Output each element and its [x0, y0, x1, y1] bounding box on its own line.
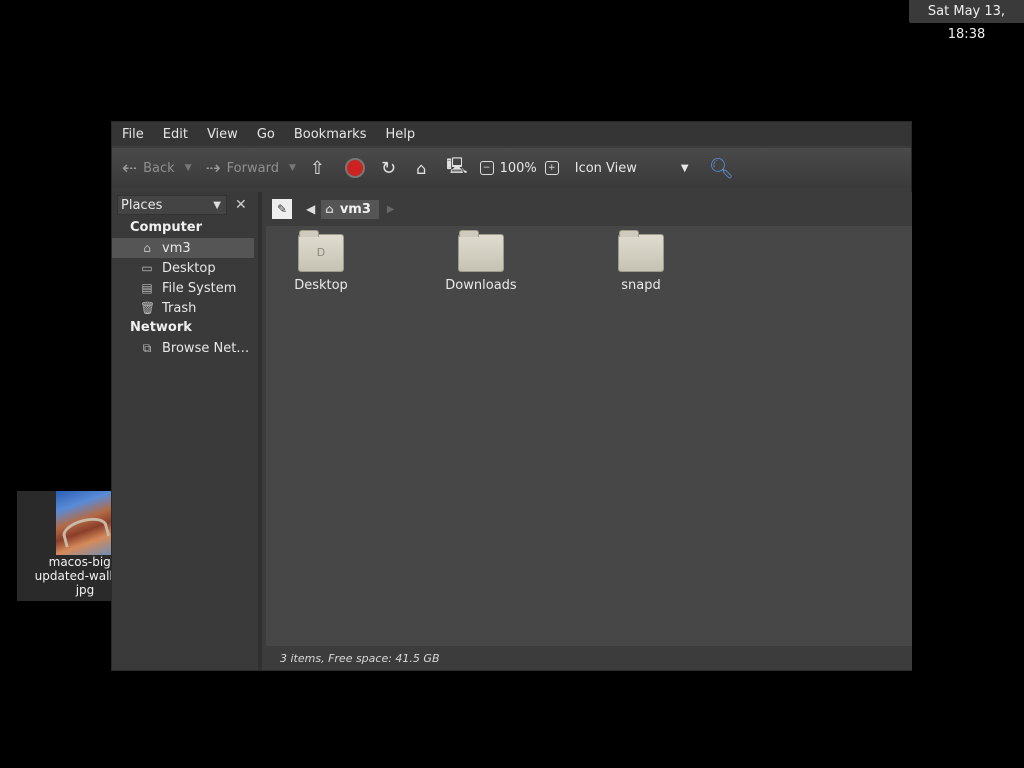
trash-icon: 🗑︎ [140, 301, 156, 315]
breadcrumb-left-arrow-icon[interactable]: ◀ [306, 202, 315, 216]
sidebar-section-computer: Computer [130, 220, 203, 235]
view-mode-select[interactable]: Icon View ▼ [575, 161, 689, 176]
file-item-snapd[interactable]: snapd [591, 226, 691, 293]
home-folder-icon: ⌂ [325, 202, 334, 216]
search-icon[interactable]: 🔍︎ [709, 156, 734, 180]
sidebar-item-label: File System [162, 280, 237, 296]
sidebar-item-label: Desktop [162, 260, 216, 276]
drive-icon: ▤ [141, 281, 153, 295]
file-item-label: Desktop [294, 278, 348, 293]
reload-icon[interactable]: ↻ [381, 158, 396, 179]
back-arrow-icon: ⇠ [122, 157, 138, 179]
view-mode-label: Icon View [574, 160, 637, 176]
status-bar: 3 items, Free space: 41.5 GB [266, 646, 912, 670]
home-folder-icon: ⌂ [143, 241, 151, 255]
menu-view[interactable]: View [207, 127, 238, 142]
edit-location-icon[interactable]: ✎ [272, 199, 292, 219]
forward-button[interactable]: ⇢ Forward ▼ [206, 158, 296, 179]
file-view[interactable]: D Desktop Downloads snapd [266, 226, 912, 646]
sidebar-item-file-system[interactable]: ▤ File System [112, 278, 258, 298]
zoom-level[interactable]: 100% [500, 161, 537, 176]
sidebar-item-browse-network[interactable]: ⧉ Browse Net… [112, 338, 258, 358]
desktop-file-icon[interactable]: macos-big-s updated-wallpap jpg [17, 491, 112, 601]
folder-icon [618, 230, 664, 272]
sidebar-selector-label: Places [121, 197, 163, 213]
computer-icon[interactable]: 🖳 [446, 155, 467, 182]
file-manager-window: File Edit View Go Bookmarks Help ⇠ Back … [111, 121, 912, 671]
file-item-downloads[interactable]: Downloads [431, 226, 531, 293]
sidebar-header: Places ▼ ✕ [112, 192, 258, 218]
back-history-dropdown-icon[interactable]: ▼ [185, 163, 192, 173]
breadcrumb-right-arrow-icon[interactable]: ▶ [387, 204, 395, 215]
file-item-label: snapd [621, 278, 661, 293]
sidebar-selector[interactable]: Places ▼ [117, 195, 227, 215]
desktop-folder-icon: D [298, 230, 344, 272]
home-folder-icon[interactable]: ⌂ [416, 159, 426, 178]
forward-history-dropdown-icon[interactable]: ▼ [289, 163, 296, 173]
image-thumbnail [56, 491, 112, 555]
forward-label: Forward [226, 160, 279, 176]
forward-arrow-icon: ⇢ [205, 157, 221, 179]
network-icon: ⧉ [142, 341, 152, 355]
sidebar-item-trash[interactable]: 🗑︎ Trash [112, 298, 258, 318]
sidebar-item-desktop[interactable]: ▭ Desktop [112, 258, 258, 278]
panel-clock[interactable]: Sat May 13, 18:38 [909, 0, 1024, 42]
back-label: Back [143, 160, 175, 176]
toolbar: ⇠ Back ▼ ⇢ Forward ▼ ⇧ ↻ ⌂ 🖳 − 100% + Ic… [112, 148, 911, 188]
back-button[interactable]: ⇠ Back ▼ [122, 158, 192, 179]
chevron-down-icon: ▼ [213, 199, 221, 211]
breadcrumb-vm3[interactable]: ⌂ vm3 [321, 199, 379, 219]
desktop-file-label: macos-big-s updated-wallpap jpg [34, 555, 112, 597]
up-arrow-icon[interactable]: ⇧ [310, 158, 325, 179]
stop-icon[interactable] [344, 158, 365, 178]
menubar: File Edit View Go Bookmarks Help [112, 122, 911, 146]
menu-help[interactable]: Help [385, 127, 415, 142]
zoom-out-icon[interactable]: − [479, 161, 494, 175]
menu-go[interactable]: Go [257, 127, 275, 142]
close-icon[interactable]: ✕ [235, 197, 247, 213]
desktop-folder-icon: ▭ [141, 261, 153, 275]
zoom-in-icon[interactable]: + [544, 161, 559, 175]
folder-emblem: D [316, 246, 326, 259]
sidebar-item-label: Trash [162, 300, 197, 316]
file-item-label: Downloads [445, 278, 517, 293]
sidebar-item-label: vm3 [162, 240, 191, 256]
sidebar-section-network: Network [130, 320, 192, 335]
chevron-down-icon: ▼ [680, 162, 689, 174]
sidebar: Places ▼ ✕ Computer ⌂ vm3 ▭ Desktop ▤ Fi… [112, 192, 262, 670]
menu-edit[interactable]: Edit [163, 127, 188, 142]
menu-file[interactable]: File [122, 127, 144, 142]
sidebar-item-vm3[interactable]: ⌂ vm3 [112, 238, 254, 258]
location-bar: ✎ ◀ ⌂ vm3 ▶ [266, 192, 912, 226]
sidebar-item-label: Browse Net… [162, 340, 250, 356]
menu-bookmarks[interactable]: Bookmarks [294, 127, 367, 142]
breadcrumb-label: vm3 [339, 201, 371, 217]
file-item-desktop[interactable]: D Desktop [271, 226, 371, 293]
folder-icon [458, 230, 504, 272]
